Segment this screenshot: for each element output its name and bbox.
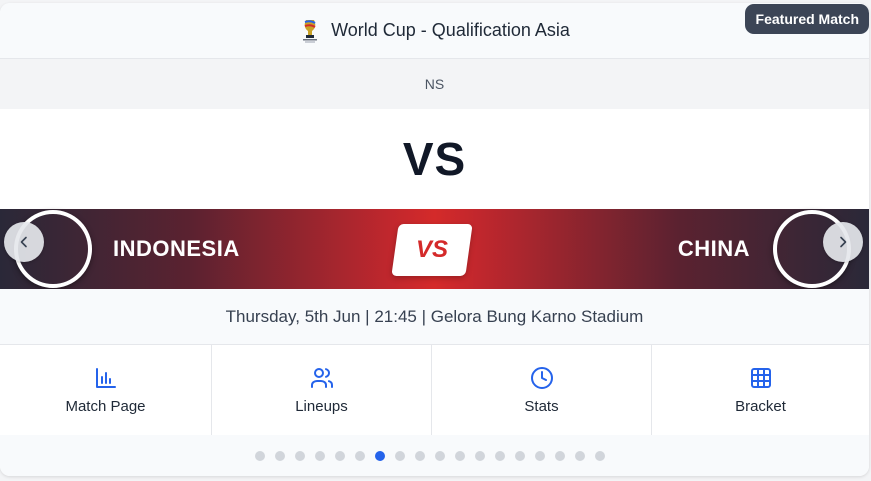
bar-chart-icon — [95, 367, 116, 388]
clock-icon — [530, 366, 553, 389]
pagination-dot[interactable] — [554, 450, 565, 461]
competition-header: World Cup - Qualification Asia — [0, 3, 869, 59]
match-status: NS — [0, 59, 869, 109]
stats-button[interactable]: Stats — [432, 345, 652, 435]
pagination-dot-active[interactable] — [374, 450, 385, 461]
lineups-button[interactable]: Lineups — [212, 345, 432, 435]
pagination-dot[interactable] — [474, 450, 485, 461]
pagination-dot[interactable] — [314, 450, 325, 461]
pagination-dot[interactable] — [274, 450, 285, 461]
bracket-label: Bracket — [735, 397, 786, 415]
pagination-dot[interactable] — [514, 450, 525, 461]
pagination-dot[interactable] — [354, 450, 365, 461]
carousel-pagination — [0, 435, 869, 476]
home-team-name[interactable]: INDONESIA — [113, 209, 240, 289]
match-status-text: NS — [424, 76, 445, 92]
teams-banner: INDONESIA VS CHINA — [0, 209, 869, 289]
stats-label: Stats — [524, 397, 559, 415]
competition-name: World Cup - Qualification Asia — [331, 20, 570, 40]
match-page-button[interactable]: Match Page — [0, 345, 212, 435]
pagination-dot[interactable] — [494, 450, 505, 461]
match-actions: Match Page Lineups Stats Bracket — [0, 345, 869, 435]
featured-match-badge: Featured Match — [744, 4, 869, 34]
featured-match-card: World Cup - Qualification Asia Featured … — [0, 3, 869, 476]
users-icon — [310, 367, 333, 388]
away-team-name[interactable]: CHINA — [678, 209, 750, 289]
world-cup-trophy-icon — [299, 18, 321, 44]
lineups-label: Lineups — [295, 397, 348, 415]
pagination-dot[interactable] — [594, 450, 605, 461]
pagination-dot[interactable] — [534, 450, 545, 461]
match-page-label: Match Page — [65, 397, 146, 415]
vs-badge-text: VS — [415, 236, 448, 263]
grid-icon — [750, 367, 771, 388]
pagination-dot[interactable] — [294, 450, 305, 461]
chevron-left-icon — [20, 236, 27, 248]
pagination-dot[interactable] — [434, 450, 445, 461]
pagination-dot[interactable] — [414, 450, 425, 461]
pagination-dot[interactable] — [254, 450, 265, 461]
bracket-button[interactable]: Bracket — [652, 345, 869, 435]
pagination-dot[interactable] — [394, 450, 405, 461]
next-match-button[interactable] — [823, 222, 863, 262]
match-date-venue: Thursday, 5th Jun | 21:45 | Gelora Bung … — [225, 306, 644, 326]
pagination-dot[interactable] — [454, 450, 465, 461]
previous-match-button[interactable] — [4, 222, 44, 262]
vs-heading: VS — [402, 133, 467, 185]
vs-badge: VS — [391, 224, 473, 276]
chevron-right-icon — [840, 236, 847, 248]
match-info: Thursday, 5th Jun | 21:45 | Gelora Bung … — [0, 289, 869, 345]
pagination-dot[interactable] — [574, 450, 585, 461]
pagination-dot[interactable] — [334, 450, 345, 461]
